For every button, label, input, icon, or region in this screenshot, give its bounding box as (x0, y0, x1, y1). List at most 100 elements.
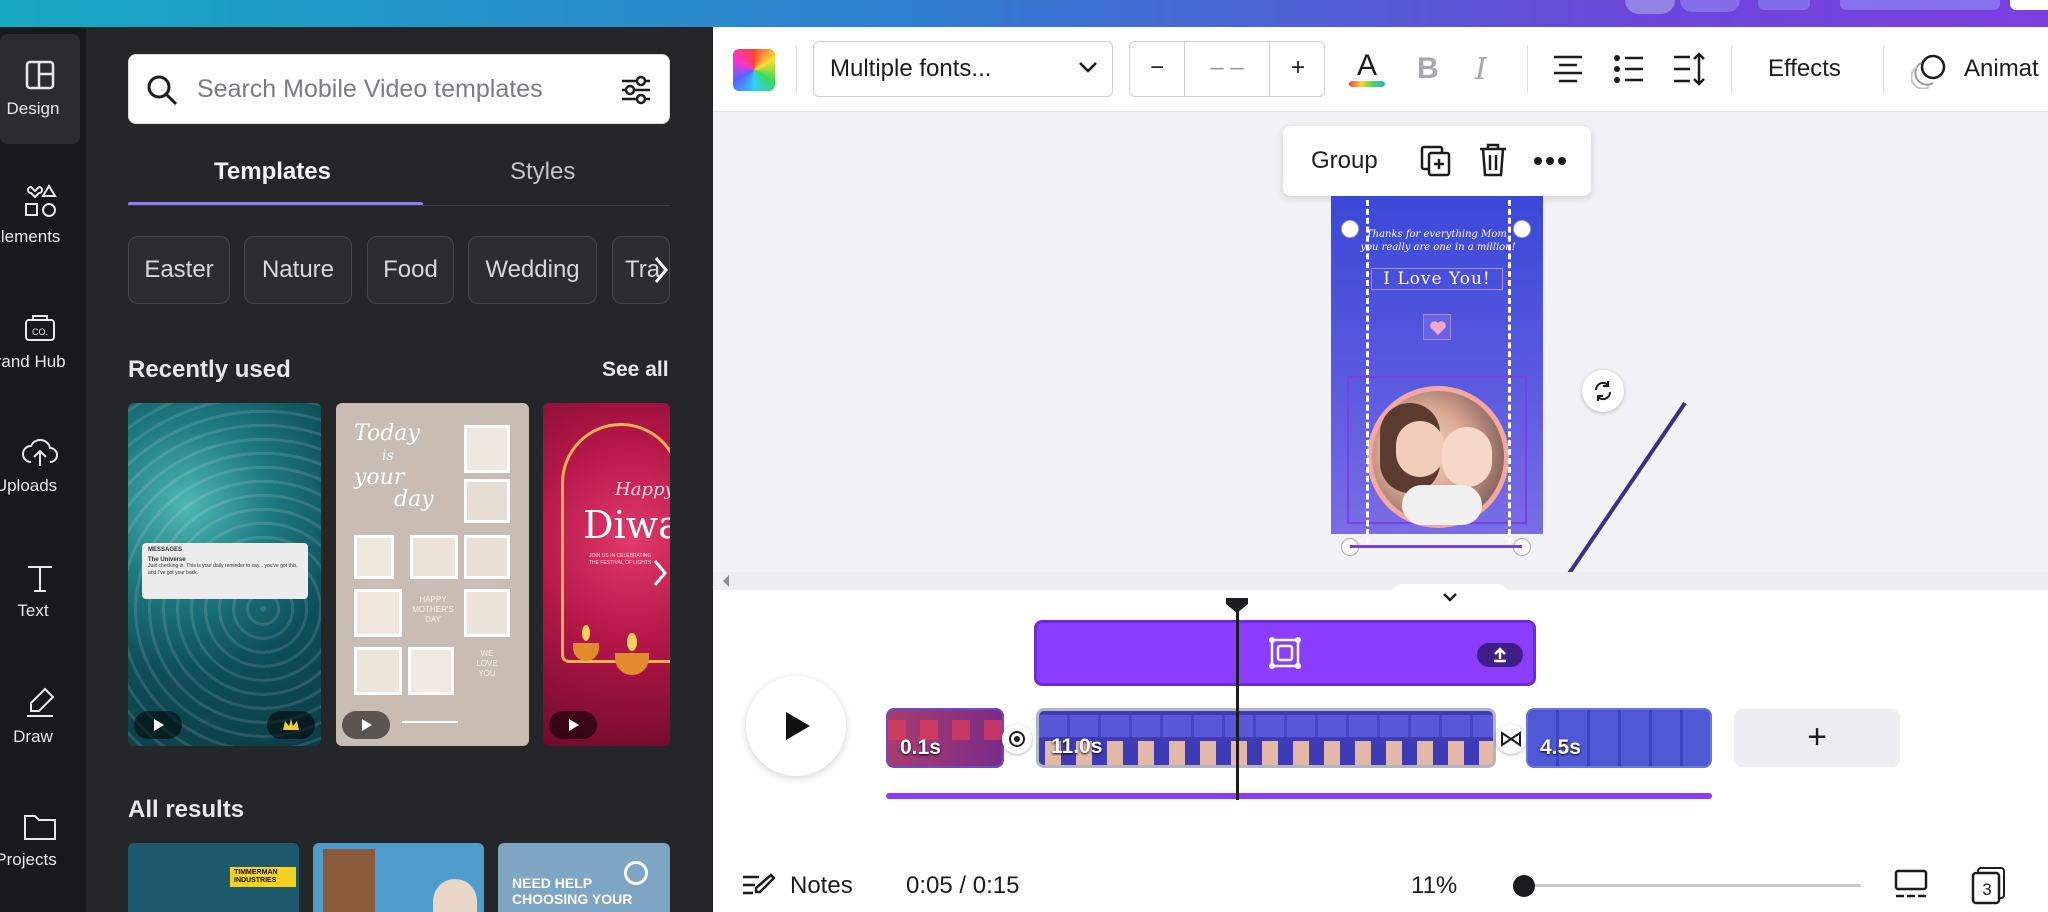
font-size-stepper: − – – + (1129, 41, 1325, 97)
grid-view-icon[interactable] (1893, 868, 1929, 902)
toolbar-divider (1883, 45, 1884, 93)
scroll-left-icon[interactable] (721, 574, 731, 588)
template-text: DAY (425, 615, 441, 624)
add-page-button[interactable]: + (1734, 709, 1900, 767)
rail-item-draw[interactable]: Draw (0, 661, 80, 771)
chip-wedding[interactable]: Wedding (468, 236, 597, 304)
template-text: HAPPY (419, 595, 447, 604)
effects-button[interactable]: Effects (1768, 41, 1841, 97)
duplicate-icon[interactable] (1419, 144, 1453, 178)
result-thumbnail[interactable]: NEED HELP CHOOSING YOUR (498, 843, 670, 912)
bold-button[interactable]: B (1417, 41, 1439, 97)
account-button[interactable] (2010, 0, 2048, 10)
trash-icon[interactable] (1477, 142, 1509, 178)
chip-food[interactable]: Food (367, 236, 454, 304)
rail-item-design[interactable]: Design (0, 34, 80, 144)
template-text: JOIN US IN CELEBRATING THE FESTIVAL OF L… (589, 553, 652, 566)
template-card: MESSAGES The Universe Just checking in. … (142, 543, 308, 599)
group-button[interactable]: Group (1311, 147, 1378, 175)
filter-icon[interactable] (619, 73, 653, 107)
left-rail: Design Elements CO. Brand Hub Uploads Te… (0, 27, 86, 912)
template-thumbnail[interactable]: Happy Diwa JOIN US IN CELEBRATING THE FE… (543, 403, 670, 746)
size-decrease-button[interactable]: − (1130, 54, 1184, 82)
timeline-clip[interactable]: 4.5s (1526, 708, 1712, 768)
size-increase-button[interactable]: + (1270, 54, 1326, 82)
playhead-marker[interactable] (1224, 596, 1250, 614)
search-input[interactable]: Search Mobile Video templates (197, 75, 543, 104)
result-thumbnail[interactable] (313, 843, 484, 912)
clip-duration: 0.1s (900, 736, 941, 759)
flame (582, 625, 590, 641)
color-picker-button[interactable] (733, 49, 775, 91)
tab-templates[interactable]: Templates (214, 158, 331, 186)
playhead-line[interactable] (1236, 608, 1239, 800)
list-icon[interactable] (1613, 53, 1645, 85)
resize-handle[interactable] (1513, 220, 1531, 238)
zoom-slider-track[interactable] (1513, 884, 1861, 887)
avatar-stack[interactable] (1680, 0, 1740, 12)
text-color-swatch (1349, 81, 1385, 87)
notes-icon[interactable] (741, 872, 775, 900)
animate-button[interactable]: Animat (1964, 41, 2039, 97)
font-size-input[interactable]: – – (1185, 54, 1269, 82)
chevron-down-icon (1079, 62, 1097, 73)
audio-track-selected[interactable] (1034, 620, 1536, 686)
stats-button[interactable] (1758, 0, 1810, 10)
template-thumbnail[interactable]: Today is your day HAPPY MOTHER'S DAY WE … (336, 403, 529, 746)
all-results-title: All results (128, 796, 245, 823)
rail-item-uploads[interactable]: Uploads (0, 411, 80, 521)
result-text: CHOOSING YOUR (512, 891, 633, 907)
rail-item-text[interactable]: Text (0, 536, 80, 646)
resize-handle[interactable] (1341, 220, 1359, 238)
rail-item-brand-hub[interactable]: CO. Brand Hub (0, 286, 80, 396)
avatar[interactable] (1625, 0, 1675, 14)
template-text-block: HAPPY MOTHER'S DAY (412, 595, 454, 625)
rail-item-projects[interactable]: Projects (0, 786, 80, 896)
timeline-toggle[interactable] (1390, 584, 1510, 612)
play-icon[interactable] (549, 711, 597, 739)
align-center-icon[interactable] (1551, 53, 1585, 85)
chevron-right-icon[interactable] (652, 255, 670, 285)
audio-track-bar[interactable] (886, 793, 1712, 799)
photo-thumb (354, 647, 402, 695)
photo-thumb (410, 535, 458, 579)
bowtie-icon (1501, 731, 1521, 747)
more-icon[interactable] (1533, 156, 1567, 166)
see-all-link[interactable]: See all (602, 358, 669, 382)
zoom-slider-thumb[interactable] (1513, 875, 1535, 897)
transition-button[interactable] (1002, 724, 1032, 754)
text-icon (28, 566, 52, 592)
timeline-clip[interactable]: 0.1s (886, 708, 1004, 768)
share-button[interactable] (1840, 0, 2000, 10)
text-color-button[interactable]: A (1347, 41, 1387, 97)
upload-badge[interactable] (1477, 643, 1523, 667)
italic-button[interactable]: I (1475, 41, 1487, 97)
pages-button[interactable]: 3 (1970, 866, 2008, 906)
template-text-block: WE LOVE YOU (464, 649, 510, 679)
search-bar[interactable]: Search Mobile Video templates (128, 54, 670, 124)
result-photo (433, 879, 477, 912)
template-thumbnail[interactable]: MESSAGES The Universe Just checking in. … (128, 403, 321, 746)
font-dropdown[interactable]: Multiple fonts... (813, 41, 1113, 97)
chevron-right-icon[interactable] (653, 559, 667, 587)
toolbar-divider (1731, 45, 1732, 93)
rail-item-elements[interactable]: Elements (0, 160, 80, 270)
notes-button[interactable]: Notes (790, 872, 853, 900)
result-thumbnail[interactable]: TIMMERMAN INDUSTRIES (128, 843, 299, 912)
play-button[interactable] (746, 676, 846, 776)
spacing-icon[interactable] (1671, 51, 1707, 87)
template-text: Diwa (583, 503, 670, 547)
transition-button[interactable] (1496, 724, 1526, 754)
template-text: Just checking in. This is your daily rem… (148, 563, 298, 576)
chip-easter[interactable]: Easter (128, 236, 230, 304)
timeline-clip-active[interactable]: 11.0s (1036, 708, 1496, 768)
editor-toolbar: Multiple fonts... − – – + A B I Effects … (713, 27, 2048, 112)
play-icon[interactable] (342, 711, 390, 739)
play-icon[interactable] (134, 711, 182, 739)
target-icon (1009, 731, 1025, 747)
chip-nature[interactable]: Nature (244, 236, 352, 304)
tab-styles[interactable]: Styles (510, 158, 575, 186)
template-heading: Today is your day (354, 423, 434, 511)
timeline-scroll-track[interactable] (713, 572, 2048, 590)
template-text: is (382, 448, 394, 464)
